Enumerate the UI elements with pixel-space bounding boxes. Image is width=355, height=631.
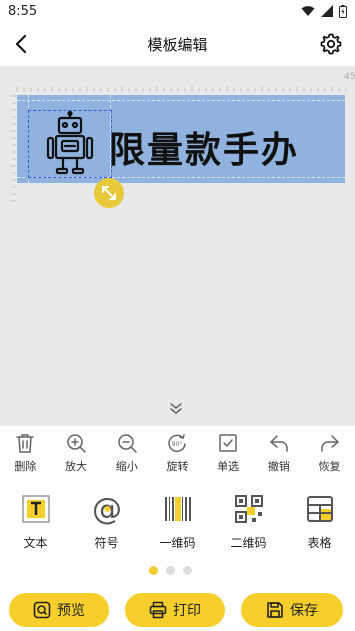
back-arrow-icon[interactable] (10, 32, 34, 56)
single-select-label: 单选 (217, 460, 240, 473)
ruler-top: 45 (16, 72, 355, 92)
signal-icon (321, 5, 333, 17)
status-bar: 8:55 (0, 0, 355, 22)
qrcode-label: 二维码 (230, 536, 267, 550)
resize-arrows-icon (102, 186, 116, 200)
label-text-element[interactable]: 限量款手办 (109, 121, 299, 173)
add-symbol-button[interactable]: @ 符号 (79, 484, 135, 556)
zoom-in-label: 放大 (65, 460, 88, 473)
page-dot-1[interactable] (149, 566, 158, 575)
ruler-label: 45 (344, 72, 355, 82)
element-palette: 文本 @ 符号 一维码 二维码 表格 (0, 484, 355, 556)
print-button[interactable]: 打印 (125, 593, 225, 627)
preview-button[interactable]: 预览 (9, 593, 109, 627)
redo-label: 恢复 (318, 460, 341, 473)
preview-label: 预览 (57, 603, 85, 619)
table-label: 表格 (307, 536, 332, 550)
resize-handle[interactable] (94, 178, 124, 208)
preview-icon (33, 601, 51, 619)
battery-icon (339, 4, 347, 18)
checkbox-icon (219, 434, 237, 452)
undo-label: 撤销 (267, 460, 290, 473)
add-qrcode-button[interactable]: 二维码 (221, 484, 277, 556)
save-label: 保存 (290, 603, 318, 619)
wifi-icon (301, 6, 315, 16)
bottom-actions: 预览 打印 保存 (0, 590, 355, 631)
robot-image-element[interactable] (28, 110, 112, 178)
text-icon (19, 492, 53, 526)
gear-icon[interactable] (319, 32, 343, 56)
label-canvas[interactable]: 限量款手办 (17, 95, 345, 183)
print-label: 打印 (173, 603, 201, 619)
delete-label: 删除 (14, 460, 37, 473)
table-icon (303, 492, 337, 526)
single-select-button[interactable]: 单选 (206, 426, 250, 480)
page-title: 模板编辑 (147, 35, 208, 54)
add-text-button[interactable]: 文本 (8, 484, 64, 556)
robot-icon (46, 110, 94, 175)
app-bar: 模板编辑 (0, 22, 355, 66)
zoom-in-button[interactable]: 放大 (54, 426, 98, 480)
qrcode-icon (232, 492, 266, 526)
delete-button[interactable]: 删除 (3, 426, 47, 480)
symbol-label: 符号 (94, 536, 119, 550)
trash-icon (16, 434, 35, 453)
double-chevron-down-icon[interactable] (167, 400, 185, 418)
redo-icon (320, 435, 339, 452)
add-table-button[interactable]: 表格 (292, 484, 348, 556)
zoom-out-button[interactable]: 缩小 (105, 426, 149, 480)
undo-icon (270, 435, 288, 452)
at-symbol-icon: @ (90, 492, 124, 526)
rotate-label: 旋转 (166, 460, 189, 473)
text-label: 文本 (23, 536, 48, 550)
page-dot-3[interactable] (183, 566, 192, 575)
redo-button[interactable]: 恢复 (308, 426, 352, 480)
add-barcode-button[interactable]: 一维码 (150, 484, 206, 556)
editor-canvas[interactable]: 45 限量款手办 (0, 66, 355, 426)
zoom-out-icon (118, 434, 137, 453)
barcode-icon (161, 492, 195, 526)
rotate-icon: 90° (168, 434, 187, 453)
rotate-badge: 90° (172, 441, 183, 448)
status-icons (301, 4, 347, 18)
ruler-left (10, 95, 16, 202)
save-button[interactable]: 保存 (241, 593, 343, 627)
zoom-in-icon (67, 434, 86, 453)
page-dot-2[interactable] (166, 566, 175, 575)
status-time: 8:55 (8, 3, 38, 19)
zoom-out-label: 缩小 (115, 460, 138, 473)
barcode-label: 一维码 (159, 536, 196, 550)
guide-line (17, 100, 345, 101)
printer-icon (149, 601, 167, 619)
save-icon (267, 602, 283, 618)
rotate-button[interactable]: 90° 旋转 (155, 426, 199, 480)
undo-button[interactable]: 撤销 (257, 426, 301, 480)
edit-toolbar: 删除 放大 缩小 90° 旋转 单选 撤销 恢复 (0, 426, 355, 480)
page-indicator (149, 566, 192, 575)
